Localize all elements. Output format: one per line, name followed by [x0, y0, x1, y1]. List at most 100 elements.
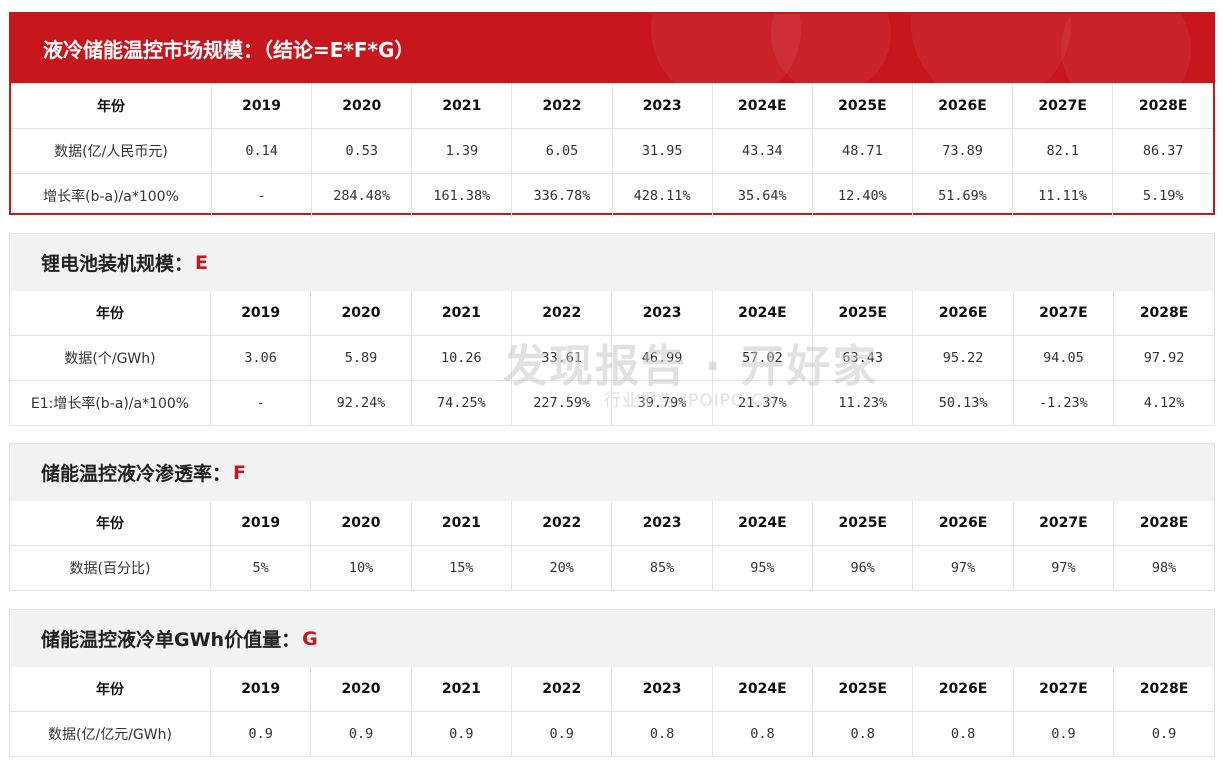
year-cell: 2028E	[1139, 515, 1189, 531]
data-cell: 35.64%	[712, 173, 813, 218]
year-cell: 2020	[310, 667, 412, 712]
market-size-table: 年份 2019 2020 2021 2022 2023 2024E 2025E …	[11, 83, 1213, 218]
data-cell: 39.79%	[611, 380, 713, 425]
row-label: E1:增长率(b-a)/a*100%	[10, 380, 211, 425]
year-cell: 2022	[511, 291, 613, 336]
table-row: 增长率(b-a)/a*100% - 284.48% 161.38% 336.78…	[11, 173, 1213, 218]
data-cell: 1.39	[411, 128, 513, 174]
data-cell: 98%	[1113, 545, 1214, 590]
row-label: 数据(百分比)	[10, 545, 211, 590]
data-cell: 0.14	[211, 128, 313, 174]
data-cell: 0.8	[611, 711, 713, 756]
data-cell: 0.9	[1013, 711, 1115, 756]
data-cell: 0.53	[311, 128, 413, 174]
data-cell: 95%	[712, 545, 814, 590]
table-header-row: 年份 2019 2020 2021 2022 2023 2024E 2025E …	[10, 667, 1214, 712]
year-cell: 2022	[511, 83, 613, 129]
data-cell: 15%	[411, 545, 513, 590]
data-cell: 0.8	[912, 711, 1014, 756]
data-cell: 284.48%	[311, 173, 413, 218]
year-cell: 2021	[411, 667, 513, 712]
data-cell: 95.22	[912, 335, 1014, 381]
table-row: 数据(亿/亿元/GWh) 0.9 0.9 0.9 0.9 0.8 0.8 0.8…	[10, 711, 1214, 756]
data-cell: 10%	[310, 545, 412, 590]
year-cell: 2019	[210, 291, 312, 336]
data-cell: 73.89	[912, 128, 1014, 174]
data-cell: 43.34	[712, 128, 813, 174]
data-cell: 50.13%	[912, 380, 1014, 425]
year-cell: 2019	[211, 83, 313, 129]
year-cell: 2025E	[812, 667, 914, 712]
data-cell: 227.59%	[511, 380, 613, 425]
data-cell: 0.9	[210, 711, 312, 756]
data-cell: 96%	[812, 545, 914, 590]
table-row: E1:增长率(b-a)/a*100% - 92.24% 74.25% 227.5…	[10, 380, 1214, 425]
year-cell: 2026E	[912, 83, 1014, 129]
data-cell: 57.02	[712, 335, 814, 381]
market-size-title: 液冷储能温控市场规模：（结论=E*F*G）	[43, 38, 415, 62]
data-cell: 85%	[611, 545, 713, 590]
row-label: 增长率(b-a)/a*100%	[11, 173, 212, 218]
year-cell: 2019	[210, 501, 312, 546]
data-cell: 21.37%	[712, 380, 814, 425]
data-cell: 51.69%	[912, 173, 1014, 218]
year-cell: 2028E	[1139, 681, 1189, 697]
year-cell: 2025E	[812, 291, 914, 336]
header-label: 年份	[10, 501, 211, 546]
data-cell: -	[210, 380, 312, 425]
data-cell: 336.78%	[511, 173, 613, 218]
table-header-row: 年份 2019 2020 2021 2022 2023 2024E 2025E …	[11, 83, 1213, 129]
year-cell: 2023	[611, 291, 713, 336]
data-cell: 82.1	[1012, 128, 1114, 174]
unit-value-section: 储能温控液冷单GWh价值量： G 年份 2019 2020 2021 2022 …	[9, 609, 1215, 757]
data-cell: 33.61	[511, 335, 613, 381]
penetration-table: 年份 2019 2020 2021 2022 2023 2024E 2025E …	[10, 501, 1214, 590]
data-cell: -	[211, 173, 313, 218]
year-cell: 2020	[310, 501, 412, 546]
year-cell: 2023	[612, 83, 713, 129]
unit-value-header: 储能温控液冷单GWh价值量： G	[10, 610, 1214, 667]
year-cell: 2024E	[712, 291, 814, 336]
data-cell: 63.43	[812, 335, 914, 381]
lithium-table: 年份 2019 2020 2021 2022 2023 2024E 2025E …	[10, 291, 1214, 425]
year-cell: 2028E	[1112, 83, 1213, 129]
data-cell: -1.23%	[1013, 380, 1115, 425]
year-cell: 2021	[411, 83, 513, 129]
market-size-section: 液冷储能温控市场规模：（结论=E*F*G） 年份 2019 2020 2021 …	[9, 12, 1215, 218]
data-cell: 97.92	[1113, 335, 1214, 381]
data-cell: 5.89	[310, 335, 412, 381]
data-cell: 4.12%	[1113, 380, 1214, 425]
year-cell: 2027E	[1013, 667, 1115, 712]
data-cell: 0.9	[511, 711, 613, 756]
data-cell: 5%	[210, 545, 312, 590]
year-cell: 2027E	[1013, 501, 1115, 546]
year-cell: 2026E	[912, 291, 1014, 336]
data-cell: 5.19%	[1112, 173, 1213, 218]
data-cell: 92.24%	[310, 380, 412, 425]
data-cell: 12.40%	[812, 173, 913, 218]
data-cell: 0.9	[310, 711, 412, 756]
table-row: 数据(亿/人民币元) 0.14 0.53 1.39 6.05 31.95 43.…	[11, 128, 1213, 174]
unit-value-title: 储能温控液冷单GWh价值量：	[41, 629, 301, 651]
lithium-letter: E	[195, 251, 208, 274]
year-cell: 2023	[611, 667, 713, 712]
unit-value-letter: G	[302, 627, 318, 650]
year-cell: 2024E	[712, 83, 813, 129]
year-cell: 2023	[611, 501, 713, 546]
penetration-title: 储能温控液冷渗透率：	[41, 463, 232, 485]
lithium-section: 锂电池装机规模： E 年份 2019 2020 2021 2022 2023 2…	[9, 233, 1215, 426]
year-cell: 2028E	[1139, 305, 1189, 321]
data-cell: 0.8	[812, 711, 914, 756]
data-cell: 0.8	[712, 711, 814, 756]
data-cell: 3.06	[210, 335, 312, 381]
data-cell: 48.71	[812, 128, 913, 174]
unit-value-table: 年份 2019 2020 2021 2022 2023 2024E 2025E …	[10, 667, 1214, 756]
data-cell: 6.05	[511, 128, 613, 174]
table-header-row: 年份 2019 2020 2021 2022 2023 2024E 2025E …	[10, 291, 1214, 336]
data-cell: 20%	[511, 545, 613, 590]
row-label: 数据(个/GWh)	[10, 335, 211, 381]
data-cell: 11.23%	[812, 380, 914, 425]
year-cell: 2022	[511, 501, 613, 546]
year-cell: 2021	[411, 501, 513, 546]
data-cell: 428.11%	[612, 173, 713, 218]
